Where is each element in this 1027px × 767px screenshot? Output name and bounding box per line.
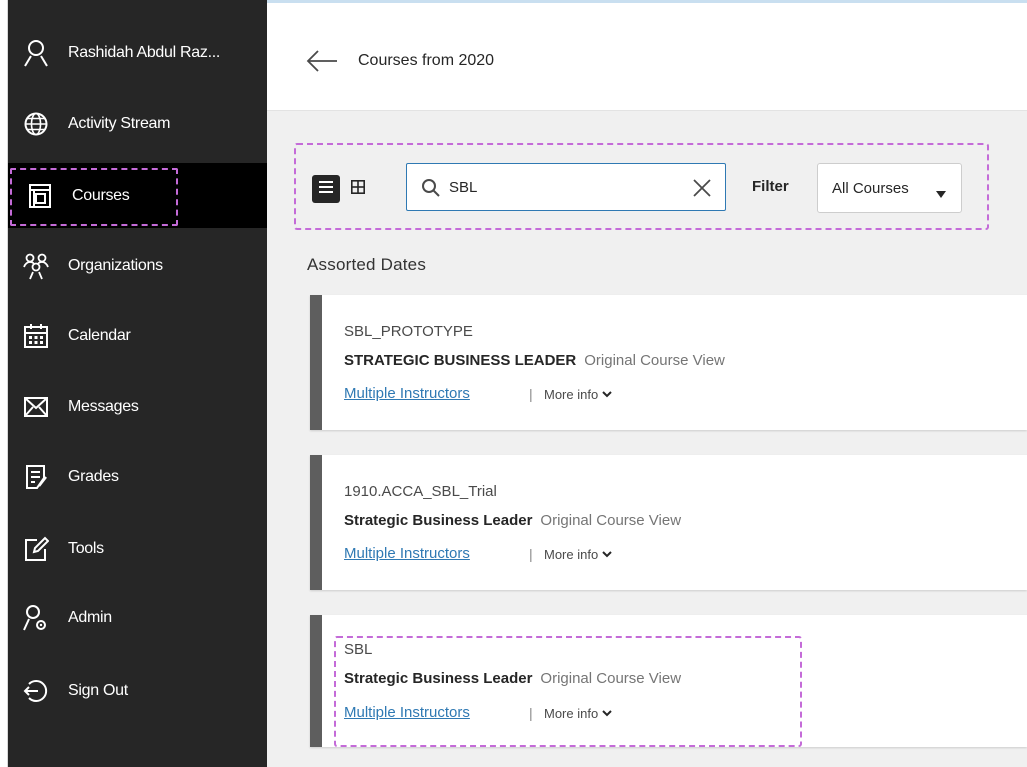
admin-icon (22, 604, 50, 632)
clear-search-button[interactable] (689, 175, 715, 201)
more-info-label: More info (544, 706, 599, 721)
course-card[interactable]: 1910.ACCA_SBL_Trial Strategic Business L… (310, 455, 1027, 590)
back-button[interactable] (304, 48, 340, 78)
sidebar-item-courses[interactable]: Courses (8, 163, 267, 228)
search-icon (421, 178, 441, 203)
sidebar-item-label: Rashidah Abdul Raz... (68, 44, 221, 61)
course-id: SBL_PROTOTYPE (344, 323, 473, 340)
sidebar-item-label: Sign Out (68, 682, 128, 699)
top-accent-line (267, 0, 1027, 3)
user-icon (22, 39, 50, 67)
instructors-link[interactable]: Multiple Instructors (344, 704, 470, 721)
sidebar-item-admin[interactable]: Admin (8, 588, 267, 648)
more-info-label: More info (544, 387, 599, 402)
sidebar-item-sign-out[interactable]: Sign Out (8, 661, 267, 721)
course-name-text: Strategic Business Leader (344, 512, 533, 529)
course-card[interactable]: SBL Strategic Business Leader Original Co… (310, 615, 1027, 747)
tools-icon (22, 535, 50, 563)
course-view-type: Original Course View (540, 670, 682, 687)
globe-icon (22, 110, 50, 138)
grid-view-toggle[interactable] (344, 175, 372, 203)
chevron-down-icon (602, 391, 612, 398)
sidebar-item-label: Grades (68, 468, 119, 485)
search-input[interactable] (449, 174, 679, 200)
instructors-link[interactable]: Multiple Instructors (344, 385, 470, 402)
sidebar-item-grades[interactable]: Grades (8, 447, 267, 507)
sidebar-item-label: Tools (68, 540, 104, 557)
organizations-icon (22, 252, 50, 280)
app-window: Rashidah Abdul Raz... Activity Stream Co… (0, 0, 1027, 767)
course-id: 1910.ACCA_SBL_Trial (344, 483, 497, 500)
envelope-icon (22, 393, 50, 421)
sign-out-icon (22, 677, 50, 705)
course-view-type: Original Course View (540, 512, 682, 529)
courses-icon (26, 182, 54, 210)
separator: | (529, 705, 533, 721)
list-view-toggle[interactable] (312, 175, 340, 203)
sidebar-item-label: Messages (68, 398, 139, 415)
sidebar-item-label: Organizations (68, 257, 163, 274)
more-info-toggle[interactable]: More info (544, 706, 612, 721)
sidebar-item-label: Activity Stream (68, 115, 171, 132)
course-name-text: Strategic Business Leader (344, 670, 533, 687)
page-title: Courses from 2020 (358, 52, 495, 69)
separator: | (529, 386, 533, 402)
filter-label: Filter (752, 178, 789, 195)
group-heading: Assorted Dates (307, 255, 427, 274)
sidebar-item-tools[interactable]: Tools (8, 519, 267, 579)
more-info-label: More info (544, 547, 599, 562)
sidebar-item-label: Courses (72, 186, 130, 204)
course-name-text: STRATEGIC BUSINESS LEADER (344, 352, 577, 369)
sidebar-item-label: Calendar (68, 327, 131, 344)
calendar-icon (22, 322, 50, 350)
left-edge (0, 0, 8, 767)
instructors-link[interactable]: Multiple Instructors (344, 545, 470, 562)
close-icon (693, 179, 711, 197)
course-view-type: Original Course View (584, 352, 725, 369)
sidebar-item-profile[interactable]: Rashidah Abdul Raz... (8, 23, 267, 83)
more-info-toggle[interactable]: More info (544, 387, 612, 402)
course-id: SBL (344, 641, 373, 658)
chevron-down-icon (602, 551, 612, 558)
sidebar: Rashidah Abdul Raz... Activity Stream Co… (8, 0, 267, 767)
arrow-left-icon (305, 48, 339, 79)
separator: | (529, 546, 533, 562)
sidebar-item-label: Admin (68, 609, 112, 626)
course-card[interactable]: SBL_PROTOTYPE STRATEGIC BUSINESS LEADER O… (310, 295, 1027, 430)
grid-icon (351, 179, 365, 199)
course-name: STRATEGIC BUSINESS LEADER Original Course… (344, 352, 725, 369)
filter-dropdown[interactable]: All Courses (817, 163, 962, 213)
grades-icon (22, 463, 50, 491)
caret-down-icon (936, 185, 946, 203)
list-icon (319, 180, 333, 198)
sidebar-item-messages[interactable]: Messages (8, 377, 267, 437)
more-info-toggle[interactable]: More info (544, 547, 612, 562)
filter-selected-value: All Courses (832, 180, 909, 197)
sidebar-item-activity-stream[interactable]: Activity Stream (8, 94, 267, 154)
course-name: Strategic Business Leader Original Course… (344, 512, 681, 529)
course-search (406, 163, 726, 211)
sidebar-item-organizations[interactable]: Organizations (8, 236, 267, 296)
sidebar-item-calendar[interactable]: Calendar (8, 306, 267, 366)
course-name: Strategic Business Leader Original Course… (344, 670, 681, 687)
chevron-down-icon (602, 710, 612, 717)
